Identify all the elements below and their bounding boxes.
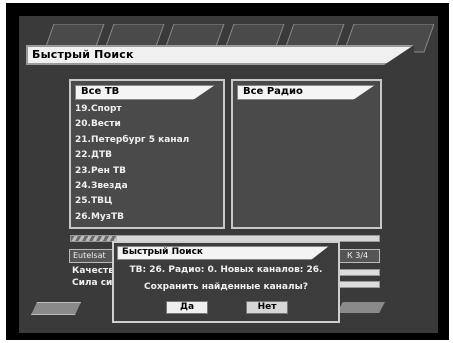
channel-item[interactable]: 19.Спорт — [75, 102, 189, 117]
save-channels-dialog: Быстрый Поиск ТВ: 26. Радио: 0. Новых ка… — [112, 241, 340, 323]
dialog-title: Быстрый Поиск — [122, 247, 204, 257]
window-title: Быстрый Поиск — [32, 48, 134, 61]
dialog-question: Сохранить найденные каналы? — [144, 282, 308, 292]
scan-progress-fill — [71, 236, 118, 241]
dialog-scan-summary: ТВ: 26. Радио: 0. Новых каналов: 26. — [129, 265, 323, 275]
tv-panel-title: Все ТВ — [81, 86, 120, 97]
bottom-right-decor — [337, 302, 385, 313]
title-bar-corner — [384, 45, 414, 65]
dialog-title-bar: Быстрый Поиск — [117, 246, 329, 260]
tv-channel-list[interactable]: 19.Спорт 20.Вести 21.Петербург 5 канал 2… — [75, 102, 189, 225]
tv-header-corner — [193, 85, 215, 100]
radio-channel-panel[interactable]: Все Радио — [231, 79, 382, 229]
no-button[interactable]: Нет — [246, 301, 288, 314]
channel-item[interactable]: 22.ДТВ — [75, 148, 189, 163]
signal-strength-bar — [336, 281, 380, 288]
channel-item[interactable]: 21.Петербург 5 канал — [75, 133, 189, 148]
bottom-left-decor — [31, 302, 81, 315]
satellite-label: Eutelsat — [69, 249, 117, 263]
channel-item[interactable]: 23.Рен ТВ — [75, 164, 189, 179]
radio-panel-title: Все Радио — [243, 86, 303, 97]
tv-panel-header[interactable]: Все ТВ — [75, 85, 215, 100]
signal-strength-label: Сила си — [72, 278, 113, 288]
channel-item[interactable]: 25.ТВЦ — [75, 194, 189, 209]
channel-item[interactable]: 26.МузТВ — [75, 210, 189, 225]
yes-button[interactable]: Да — [166, 301, 208, 314]
dialog-title-corner — [311, 246, 329, 260]
channel-item[interactable]: 20.Вести — [75, 117, 189, 132]
channel-item[interactable]: 24.Звезда — [75, 179, 189, 194]
window-title-bar: Быстрый Поиск — [26, 45, 414, 65]
signal-quality-bar — [336, 269, 380, 276]
transponder-label: К 3/4 — [334, 249, 380, 263]
radio-header-corner — [353, 85, 375, 100]
tv-screen: Быстрый Поиск Все ТВ 19.Спорт 20.Вести 2… — [0, 0, 453, 343]
radio-panel-header[interactable]: Все Радио — [237, 85, 375, 100]
tv-channel-panel[interactable]: Все ТВ 19.Спорт 20.Вести 21.Петербург 5 … — [69, 79, 225, 229]
